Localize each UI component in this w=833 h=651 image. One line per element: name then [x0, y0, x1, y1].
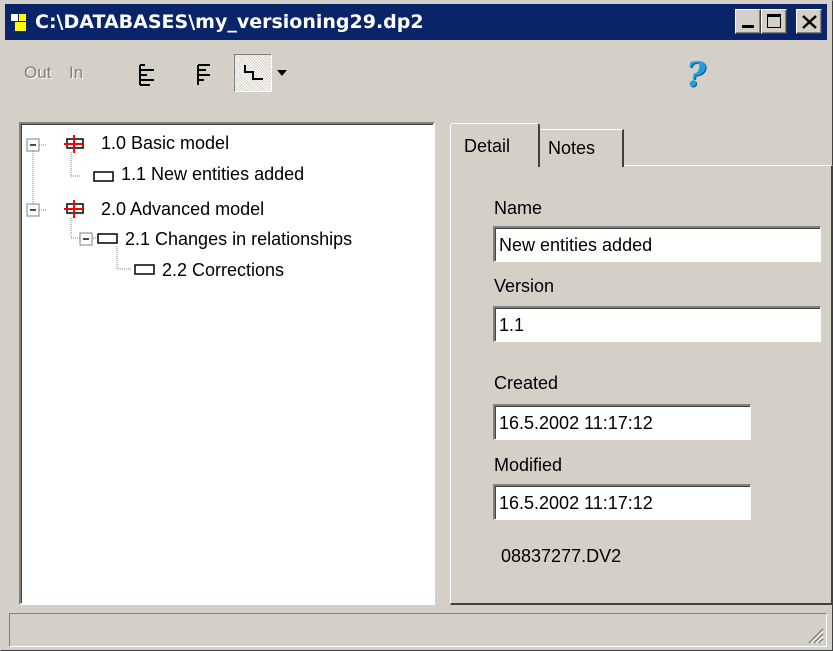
resize-grip-icon[interactable] [806, 626, 824, 644]
close-icon [802, 15, 817, 29]
tab-notes-label: Notes [548, 138, 596, 158]
version-label: Version [494, 276, 555, 296]
close-button[interactable] [796, 9, 822, 34]
step-layout-icon [244, 65, 263, 80]
out-button[interactable]: Out [24, 63, 51, 83]
created-field[interactable]: 16.5.2002 11:17:12 [493, 404, 751, 440]
window-title: C:\DATABASES\my_versioning29.dp2 [35, 11, 424, 33]
app-icon [11, 14, 29, 32]
tree-item-2-1[interactable]: 2.1 Changes in relationships [125, 229, 352, 250]
status-bar [9, 613, 827, 647]
tree-connectors [26, 135, 155, 275]
maximize-icon [767, 14, 781, 28]
help-icon[interactable]: ? [686, 55, 706, 95]
modified-label: Modified [494, 455, 563, 475]
tab-detail-label: Detail [464, 136, 511, 156]
title-bar[interactable]: C:\DATABASES\my_versioning29.dp2 [5, 4, 827, 40]
outline-left-icon[interactable] [138, 63, 156, 87]
detail-panel: Name New entities added Version 1.1 Crea… [450, 165, 833, 605]
modified-field[interactable]: 16.5.2002 11:17:12 [493, 484, 751, 520]
tree-item-1-1[interactable]: 1.1 New entities added [121, 164, 304, 185]
file-name: 08837277.DV2 [501, 546, 622, 566]
outline-right-icon[interactable] [195, 63, 213, 87]
tab-notes[interactable]: Notes [540, 129, 624, 167]
tree-item-1-0[interactable]: 1.0 Basic model [101, 133, 229, 154]
in-button[interactable]: In [69, 63, 83, 83]
version-icon [93, 171, 155, 275]
toolbar: Out In ? [5, 41, 827, 111]
tab-detail[interactable]: Detail [450, 123, 540, 167]
tree-item-2-0[interactable]: 2.0 Advanced model [101, 199, 264, 220]
step-layout-button[interactable] [234, 54, 272, 92]
app-window: C:\DATABASES\my_versioning29.dp2 Out In [0, 0, 833, 651]
created-label: Created [494, 373, 559, 393]
dropdown-arrow-icon[interactable] [276, 69, 288, 77]
collapse-icon [26, 138, 93, 246]
minimize-icon [742, 25, 754, 28]
name-label: Name [494, 198, 543, 218]
maximize-button[interactable] [761, 9, 787, 34]
minimize-button[interactable] [735, 9, 761, 34]
version-tree[interactable]: 1.0 Basic model 1.1 New entities added 2… [19, 122, 435, 605]
tree-item-2-2[interactable]: 2.2 Corrections [162, 260, 284, 281]
version-field[interactable]: 1.1 [493, 306, 821, 342]
name-field[interactable]: New entities added [493, 226, 821, 262]
